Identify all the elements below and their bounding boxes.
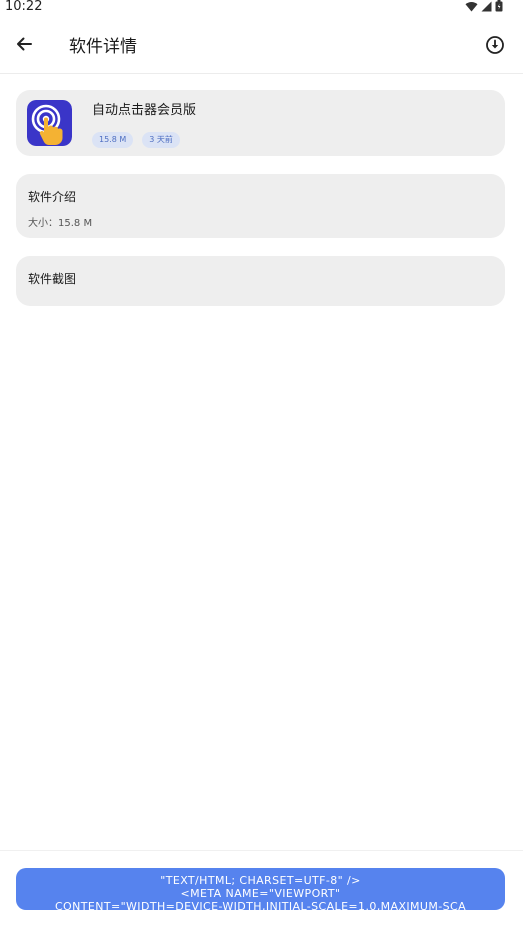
app-tags: 15.8 M 3 天前 [92,132,180,148]
download-circle-icon [486,36,504,54]
screenshots-card: 软件截图 [16,256,505,306]
app-name: 自动点击器会员版 [92,103,197,118]
intro-title: 软件介绍 [28,190,77,204]
download-primary-button[interactable]: "TEXT/HTML; CHARSET=UTF-8" /> <META NAME… [16,868,505,910]
back-button[interactable] [12,32,36,56]
app-info-card[interactable]: 自动点击器会员版 15.8 M 3 天前 [16,90,505,156]
signal-icon [481,1,492,11]
button-label-line: <META NAME="VIEWPORT" [180,887,341,900]
status-bar: 10:22 [0,0,523,16]
top-app-bar: 软件详情 [0,16,523,74]
tap-finger-app-icon [27,100,72,146]
app-screen: 10:22 软件详情 自动点击器会员版 15.8 M 3 天前 软件介绍 大小：… [0,0,523,926]
screenshots-title: 软件截图 [28,272,77,286]
battery-icon [495,0,503,12]
wifi-icon [465,1,478,12]
status-time: 10:22 [5,0,43,14]
updated-tag: 3 天前 [142,132,180,148]
button-label-line: "TEXT/HTML; CHARSET=UTF-8" /> [160,874,361,887]
status-icons [465,0,503,12]
arrow-left-icon [17,37,32,51]
size-tag: 15.8 M [92,132,134,148]
button-label-line: CONTENT="WIDTH=DEVICE-WIDTH,INITIAL-SCAL… [54,900,467,910]
app-icon [27,100,72,146]
intro-card: 软件介绍 大小：15.8 M [16,174,505,238]
button-label: "TEXT/HTML; CHARSET=UTF-8" /> <META NAME… [16,868,505,910]
intro-size-text: 大小：15.8 M [28,218,93,229]
download-button[interactable] [484,34,506,56]
page-title: 软件详情 [69,37,137,57]
